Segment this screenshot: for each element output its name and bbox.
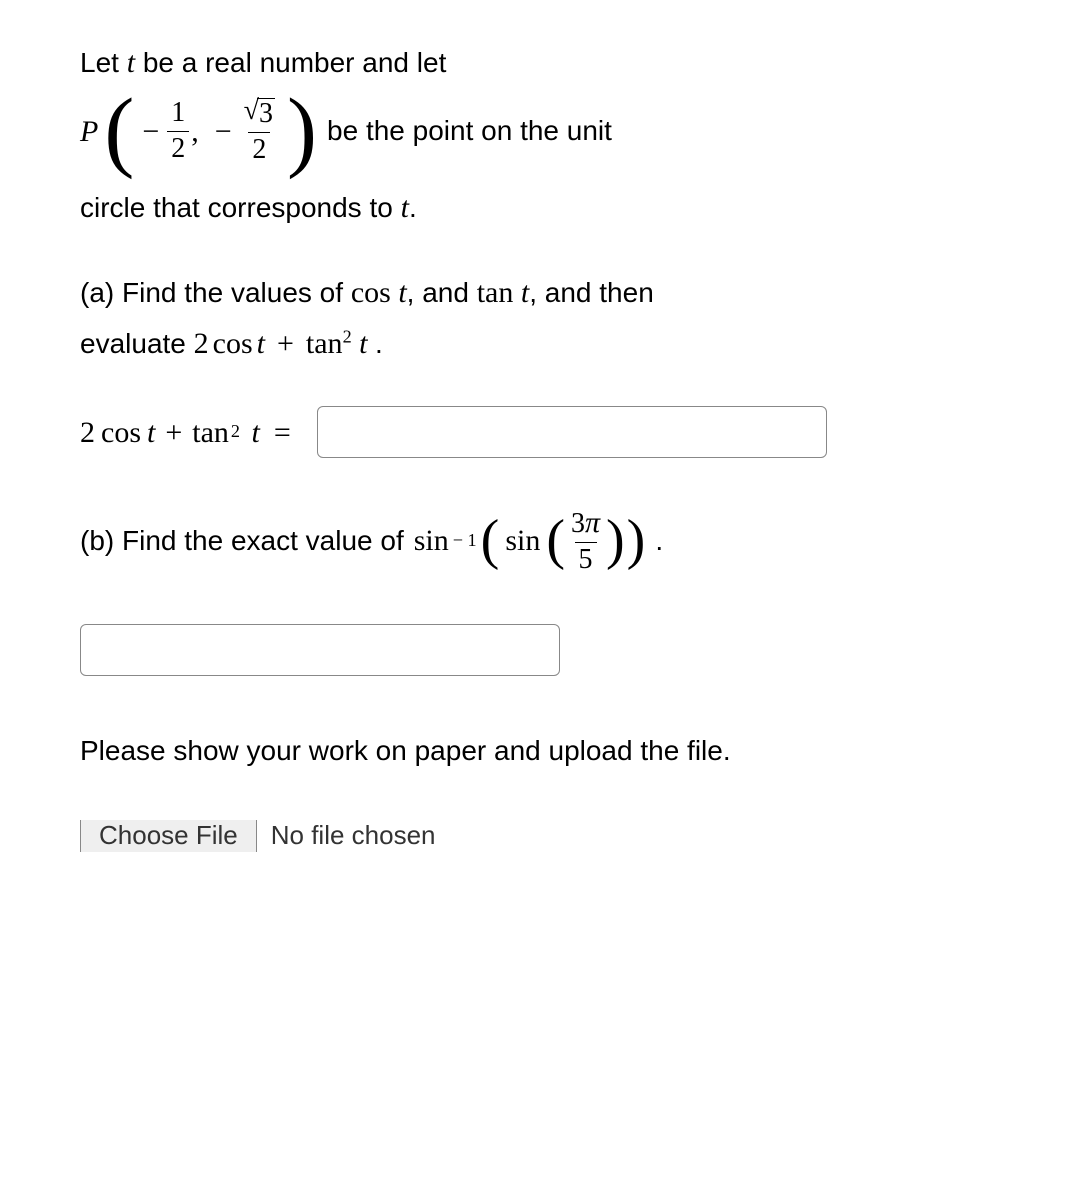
evaluate-pre: evaluate bbox=[80, 328, 194, 359]
point-expression: P ( − 1 2 , − √3 2 ) bbox=[80, 95, 317, 167]
and-word: , and bbox=[407, 277, 477, 308]
part-b-label: (b) Find the exact value of bbox=[80, 520, 404, 562]
frac2-den: 2 bbox=[248, 132, 270, 166]
file-upload-row: Choose File No file chosen bbox=[80, 820, 1000, 852]
var-t: t bbox=[147, 410, 155, 455]
sin-fn-inner: sin bbox=[501, 518, 544, 563]
plus-icon: + bbox=[157, 410, 190, 455]
period: . bbox=[375, 328, 383, 359]
part-a-prompt-line2: evaluate 2cost+tan2 t . bbox=[80, 321, 1000, 366]
part-b-answer-row bbox=[80, 624, 1000, 676]
close-paren-icon: ) bbox=[627, 518, 646, 563]
sin-fn: sin bbox=[414, 518, 449, 563]
part-a-prompt: (a) Find the values of cos t, and tan t,… bbox=[80, 270, 1000, 315]
var-t: t bbox=[127, 46, 135, 79]
frac-den: 5 bbox=[575, 542, 597, 576]
part-b-answer-input[interactable] bbox=[80, 624, 560, 676]
frac-num: 3π bbox=[567, 506, 604, 542]
sqrt-icon: √3 bbox=[244, 96, 275, 130]
var-t: t bbox=[398, 276, 406, 309]
file-status-text: No file chosen bbox=[271, 820, 436, 852]
tan-fn: tan bbox=[192, 410, 229, 455]
minus-icon: − bbox=[136, 109, 165, 154]
intro-text-post: be a real number and let bbox=[135, 47, 446, 78]
intro-block: Let t be a real number and let P ( − 1 2… bbox=[80, 40, 1000, 230]
open-paren-icon: ( bbox=[546, 518, 565, 563]
part-a-answer-input[interactable] bbox=[317, 406, 827, 458]
var-t: t bbox=[359, 327, 367, 360]
tan-fn: tan bbox=[477, 276, 514, 309]
sqrt-value: 3 bbox=[257, 98, 275, 130]
intro-text-pre: Let bbox=[80, 47, 127, 78]
superscript-2: 2 bbox=[231, 418, 240, 445]
period: . bbox=[655, 520, 663, 562]
superscript-2: 2 bbox=[343, 327, 352, 347]
plus-icon: + bbox=[269, 327, 302, 360]
equals-sign: = bbox=[262, 410, 303, 455]
minus-icon: − bbox=[201, 109, 238, 154]
pi-symbol: π bbox=[585, 506, 600, 539]
comma: , bbox=[191, 109, 199, 154]
intro-line2-post: be the point on the unit bbox=[327, 110, 612, 152]
period: . bbox=[409, 192, 417, 223]
expr-two: 2 bbox=[80, 410, 95, 455]
part-a-section: (a) Find the values of cos t, and tan t,… bbox=[80, 270, 1000, 366]
part-b-section: (b) Find the exact value of sin − 1 ( si… bbox=[80, 506, 1000, 576]
var-t: t bbox=[257, 327, 265, 360]
cos-fn: cos bbox=[101, 410, 141, 455]
choose-file-button[interactable]: Choose File bbox=[80, 820, 257, 852]
tan-fn: tan bbox=[306, 327, 343, 360]
frac2-num: √3 bbox=[240, 96, 279, 132]
part-a-label: (a) Find the values of bbox=[80, 277, 351, 308]
open-paren-icon: ( bbox=[104, 95, 134, 167]
intro-line1: Let t be a real number and let bbox=[80, 40, 1000, 85]
point-definition-line: P ( − 1 2 , − √3 2 ) bbox=[80, 95, 1000, 167]
part-b-expression: sin − 1 ( sin ( 3π 5 ) ) bbox=[414, 506, 646, 576]
question-content: Let t be a real number and let P ( − 1 2… bbox=[80, 40, 1000, 852]
open-paren-icon: ( bbox=[481, 518, 500, 563]
frac1-num: 1 bbox=[167, 98, 189, 131]
var-t: t bbox=[521, 276, 529, 309]
var-t: t bbox=[401, 191, 409, 224]
fraction-1: 1 2 bbox=[167, 98, 189, 165]
cos-fn: cos bbox=[213, 327, 253, 360]
intro-line3-text: circle that corresponds to bbox=[80, 192, 401, 223]
close-paren-icon: ) bbox=[606, 518, 625, 563]
var-t: t bbox=[252, 410, 260, 455]
frac1-den: 2 bbox=[167, 131, 189, 165]
fraction-2: √3 2 bbox=[240, 96, 279, 166]
cos-fn: cos bbox=[351, 276, 391, 309]
intro-line3: circle that corresponds to t. bbox=[80, 185, 1000, 230]
and-then-text: , and then bbox=[529, 277, 654, 308]
expr-two: 2 bbox=[194, 327, 209, 360]
part-a-answer-row: 2cost+tan2 t = bbox=[80, 406, 1000, 458]
part-a-answer-expr: 2cost+tan2 t = bbox=[80, 410, 303, 455]
num-3: 3 bbox=[571, 508, 585, 539]
upload-instruction: Please show your work on paper and uploa… bbox=[80, 730, 1000, 772]
fraction-3pi5: 3π 5 bbox=[567, 506, 604, 576]
close-paren-icon: ) bbox=[287, 95, 317, 167]
point-P: P bbox=[80, 109, 98, 154]
superscript-neg1: − 1 bbox=[451, 527, 479, 554]
